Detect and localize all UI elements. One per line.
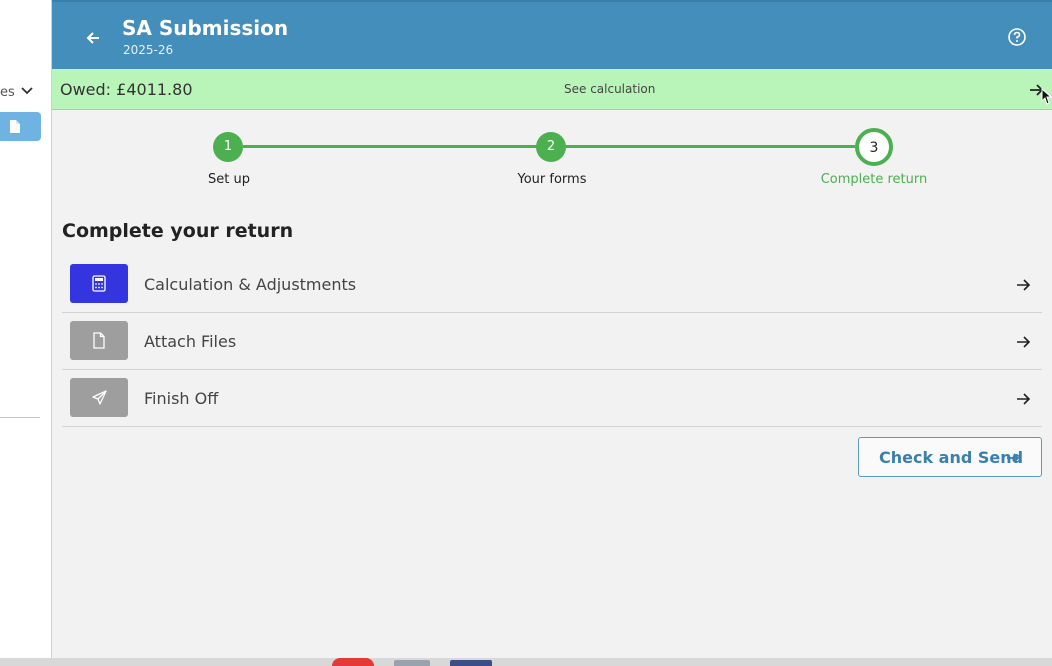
check-and-send-label: Check and Send — [879, 448, 1024, 467]
left-dropdown-text: es — [0, 85, 15, 100]
step-1-circle[interactable]: 1 — [213, 132, 243, 162]
left-pane: es — [0, 0, 52, 658]
page-title: SA Submission — [122, 16, 289, 40]
step-2-circle[interactable]: 2 — [536, 132, 566, 162]
task-icon-box — [70, 264, 128, 303]
left-dropdown[interactable]: es — [0, 80, 51, 102]
section-title: Complete your return — [62, 220, 294, 242]
divider — [0, 417, 40, 418]
arrow-right-icon — [1017, 279, 1031, 291]
back-arrow-icon[interactable] — [80, 25, 106, 51]
mouse-cursor-icon — [1041, 87, 1052, 105]
chevron-down-icon — [21, 87, 33, 95]
check-and-send-button[interactable]: Check and Send — [858, 437, 1042, 477]
task-icon-box — [70, 321, 128, 360]
progress-stepper: 1 2 3 Set up Your forms Complete return — [52, 110, 1052, 200]
calculator-icon — [92, 275, 106, 292]
owed-amount: Owed: £4011.80 — [60, 80, 193, 99]
help-icon[interactable] — [1006, 26, 1028, 48]
owed-bar[interactable]: Owed: £4011.80 See calculation — [52, 69, 1052, 110]
task-label: Calculation & Adjustments — [144, 275, 357, 294]
task-attach-files[interactable]: Attach Files — [62, 313, 1042, 370]
step-3-circle[interactable]: 3 — [855, 128, 893, 166]
task-icon-box — [70, 378, 128, 417]
taskbar — [0, 658, 1052, 666]
step-2-label: Your forms — [517, 172, 587, 187]
arrow-right-icon — [1007, 453, 1020, 463]
task-calculation-adjustments[interactable]: Calculation & Adjustments — [62, 256, 1042, 313]
step-3-label: Complete return — [820, 172, 928, 187]
file-icon — [93, 332, 105, 349]
arrow-right-icon — [1017, 393, 1031, 405]
send-icon — [92, 390, 107, 405]
step-1-label: Set up — [208, 172, 250, 187]
step-connector — [565, 145, 855, 148]
tax-year: 2025-26 — [123, 43, 174, 57]
see-calculation-link[interactable]: See calculation — [564, 82, 655, 96]
document-icon — [10, 120, 20, 133]
submission-panel: SA Submission 2025-26 Owed: £4011.80 See… — [52, 0, 1052, 658]
taskbar-app-icon[interactable] — [332, 658, 374, 666]
document-button[interactable] — [0, 112, 41, 141]
task-label: Attach Files — [144, 332, 237, 351]
task-list: Calculation & Adjustments Attach Files F… — [62, 256, 1042, 427]
task-finish-off[interactable]: Finish Off — [62, 370, 1042, 427]
taskbar-app-icon[interactable] — [450, 660, 492, 666]
arrow-right-icon — [1017, 336, 1031, 348]
taskbar-app-icon[interactable] — [394, 660, 430, 666]
header: SA Submission 2025-26 — [52, 0, 1052, 69]
task-label: Finish Off — [144, 389, 219, 408]
step-connector — [243, 145, 541, 148]
